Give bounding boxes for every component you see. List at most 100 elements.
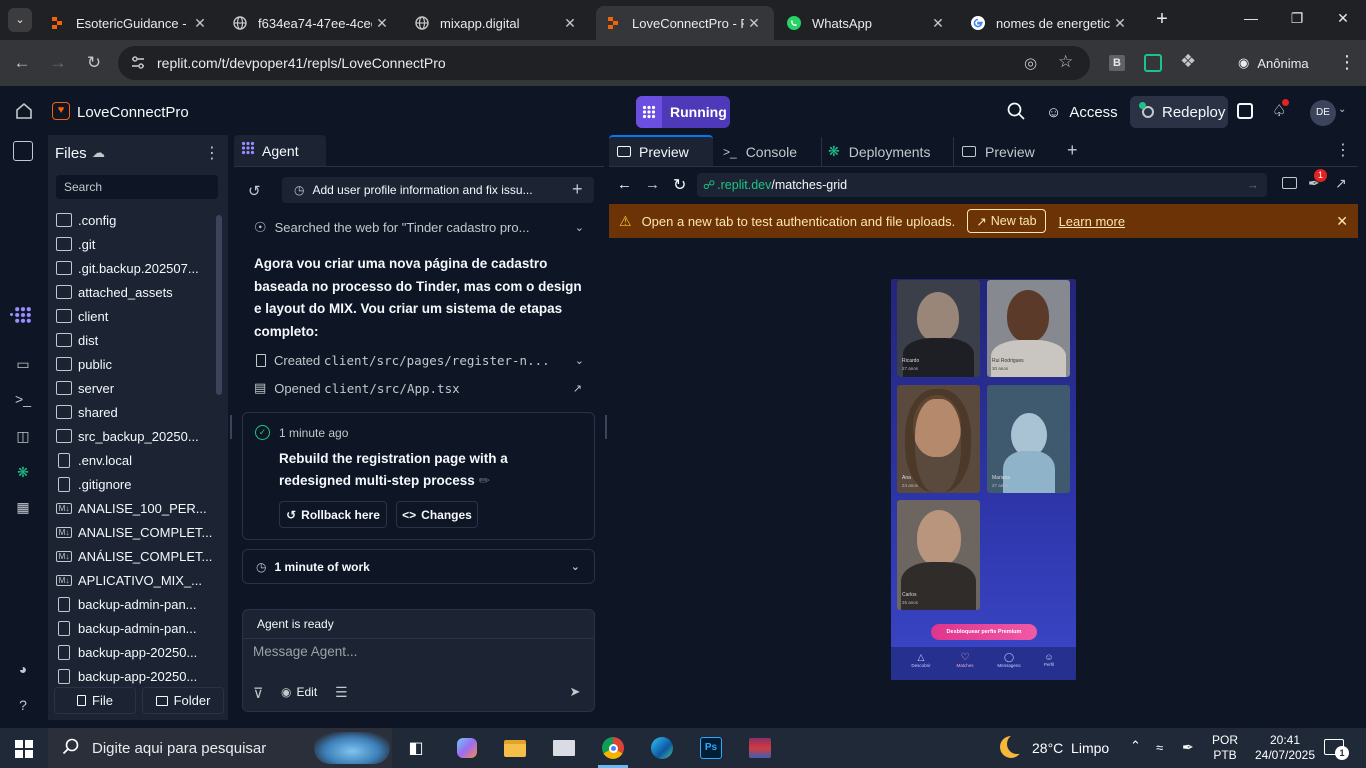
close-icon[interactable]: ✕: [560, 15, 580, 32]
pencil-icon[interactable]: ✏: [479, 473, 490, 488]
home-icon[interactable]: [14, 101, 34, 126]
list-item[interactable]: backup-app-20250...: [56, 665, 197, 687]
star-icon[interactable]: ☆: [1058, 52, 1073, 72]
console-rail-icon[interactable]: >_: [13, 389, 33, 409]
tab-list-dropdown-button[interactable]: ⌄: [8, 8, 32, 32]
wifi-icon[interactable]: ≈: [1156, 740, 1163, 755]
profile-card[interactable]: Ricardo 27 anos: [897, 280, 980, 377]
weather-moon-icon[interactable]: [1000, 734, 1027, 758]
avatar-chevron-icon[interactable]: ⌄: [1338, 104, 1346, 115]
learn-more-link[interactable]: Learn more: [1059, 214, 1125, 229]
created-file-step[interactable]: Created client/src/pages/register-n... ⌄: [242, 348, 594, 372]
pen-icon[interactable]: ✒: [1182, 739, 1194, 756]
weather-text[interactable]: 28°C Limpo: [1032, 740, 1109, 756]
files-panel-icon[interactable]: [13, 141, 33, 161]
webview-rail-icon[interactable]: ▭: [13, 354, 33, 374]
language-indicator[interactable]: POR PTB: [1212, 733, 1238, 763]
list-item[interactable]: server: [56, 377, 114, 399]
new-folder-button[interactable]: Folder: [142, 687, 224, 714]
winrar-icon[interactable]: [747, 735, 773, 761]
list-item[interactable]: M↓ ANALISE_100_PER...: [56, 497, 207, 519]
new-tab-button[interactable]: +: [1150, 8, 1174, 32]
panel-resize-handle[interactable]: [230, 415, 232, 439]
list-item[interactable]: M↓ APLICATIVO_MIX_...: [56, 569, 202, 591]
forward-arrow-icon[interactable]: →: [46, 53, 70, 73]
settings-sliders-icon[interactable]: ☰: [335, 684, 348, 701]
work-summary[interactable]: ◷ 1 minute of work ⌄: [242, 549, 595, 584]
preview-back-icon[interactable]: ←: [617, 176, 632, 193]
eye-off-icon[interactable]: ◎: [1024, 54, 1037, 72]
opened-file-step[interactable]: ▤ Opened client/src/App.tsx ↗: [242, 376, 594, 400]
preview-forward-icon[interactable]: →: [645, 176, 660, 193]
minimize-icon[interactable]: —: [1236, 10, 1266, 26]
browser-tab-active[interactable]: LoveConnectPro - Re ✕: [596, 6, 774, 40]
close-icon[interactable]: ✕: [1110, 15, 1130, 32]
window-close-icon[interactable]: ✕: [1328, 10, 1358, 27]
list-item[interactable]: .gitignore: [56, 473, 131, 495]
browser-menu-icon[interactable]: ⋮: [1338, 52, 1356, 73]
files-search-input[interactable]: Search: [56, 175, 218, 199]
list-item[interactable]: dist: [56, 329, 98, 351]
profile-card[interactable]: Ana 24 anos: [897, 385, 980, 493]
restore-icon[interactable]: ❐: [1282, 10, 1312, 27]
list-item[interactable]: .config: [56, 209, 116, 231]
list-item[interactable]: shared: [56, 401, 118, 423]
conversation-title-chip[interactable]: ◷ Add user profile information and fix i…: [282, 177, 594, 203]
browser-tab[interactable]: nomes de energetico ✕: [960, 6, 1140, 40]
changes-button[interactable]: <> Changes: [396, 501, 478, 528]
extension-green-icon[interactable]: [1144, 54, 1162, 72]
preview-reload-icon[interactable]: ↻: [673, 175, 686, 195]
close-icon[interactable]: ✕: [190, 15, 210, 32]
tab-preview-2[interactable]: Preview: [953, 137, 1057, 166]
extensions-puzzle-icon[interactable]: ❖: [1180, 51, 1196, 72]
profile-card[interactable]: Carlos 26 anos: [897, 500, 980, 610]
open-external-icon[interactable]: ↗: [573, 382, 582, 395]
chrome-icon[interactable]: [600, 735, 626, 761]
open-new-tab-icon[interactable]: ↗: [1335, 175, 1347, 192]
close-icon[interactable]: ✕: [372, 15, 392, 32]
list-item[interactable]: .git.backup.202507...: [56, 257, 199, 279]
browser-tab[interactable]: f634ea74-47ee-4cee- ✕: [222, 6, 402, 40]
photoshop-icon[interactable]: Ps: [698, 735, 724, 761]
profile-card[interactable]: Rui Rodrigues 30 anos: [987, 280, 1070, 377]
edit-mode-button[interactable]: ◉ Edit: [281, 685, 317, 699]
files-scrollbar[interactable]: [216, 215, 222, 395]
reload-icon[interactable]: ↻: [82, 53, 106, 73]
nav-matches[interactable]: ♡ Matches: [945, 652, 985, 668]
browser-tab[interactable]: mixapp.digital ✕: [404, 6, 590, 40]
new-chat-icon[interactable]: +: [572, 179, 583, 200]
devtools-wrench-icon[interactable]: ✒ 1: [1308, 169, 1327, 192]
files-menu-icon[interactable]: ⋮: [204, 143, 220, 163]
app-preview-frame[interactable]: Ricardo 27 anos Rui Rodrigues 30 anos An…: [891, 279, 1076, 680]
tab-deployments[interactable]: ❋ Deployments: [821, 137, 951, 166]
list-item[interactable]: .env.local: [56, 449, 132, 471]
profile-card[interactable]: Mariana 27 anos: [987, 385, 1070, 493]
list-item[interactable]: M↓ ANALISE_COMPLET...: [56, 521, 212, 543]
taskbar-search-box[interactable]: Digite aqui para pesquisar: [48, 728, 392, 768]
close-icon[interactable]: ✕: [744, 15, 764, 32]
history-icon[interactable]: ↺: [248, 182, 261, 200]
list-item[interactable]: client: [56, 305, 108, 327]
dismiss-banner-icon[interactable]: ✕: [1336, 213, 1348, 230]
send-icon[interactable]: ➤: [565, 682, 585, 702]
browser-tab[interactable]: WhatsApp ✕: [776, 6, 958, 40]
nav-discover[interactable]: △ Descobrir: [901, 652, 941, 668]
help-icon[interactable]: ?: [13, 695, 33, 715]
run-button[interactable]: Running: [636, 96, 730, 128]
clock[interactable]: 20:41 24/07/2025: [1254, 733, 1316, 763]
chevron-up-icon[interactable]: ⌃: [1130, 738, 1141, 754]
premium-cta-button[interactable]: Desbloquear perfis Premium: [931, 624, 1037, 640]
notifications-bell-icon[interactable]: ♤: [1272, 99, 1289, 121]
list-item[interactable]: M↓ ANÁLISE_COMPLET...: [56, 545, 212, 567]
message-agent-input[interactable]: Message Agent...: [253, 644, 583, 659]
all-tools-icon[interactable]: ▦: [13, 497, 33, 517]
tab-console[interactable]: >_ Console: [717, 137, 817, 166]
new-tab-button[interactable]: ↗ New tab: [967, 209, 1046, 233]
search-icon[interactable]: [1006, 101, 1026, 126]
windows-start-icon[interactable]: [15, 740, 33, 763]
preview-url-bar[interactable]: ☍ .replit.dev /matches-grid →: [697, 173, 1267, 197]
chevron-down-icon[interactable]: ⌄: [575, 354, 584, 367]
ghostwriter-icon[interactable]: [1237, 103, 1253, 119]
rollback-button[interactable]: ↺ Rollback here: [279, 501, 387, 528]
list-item[interactable]: backup-admin-pan...: [56, 593, 197, 615]
